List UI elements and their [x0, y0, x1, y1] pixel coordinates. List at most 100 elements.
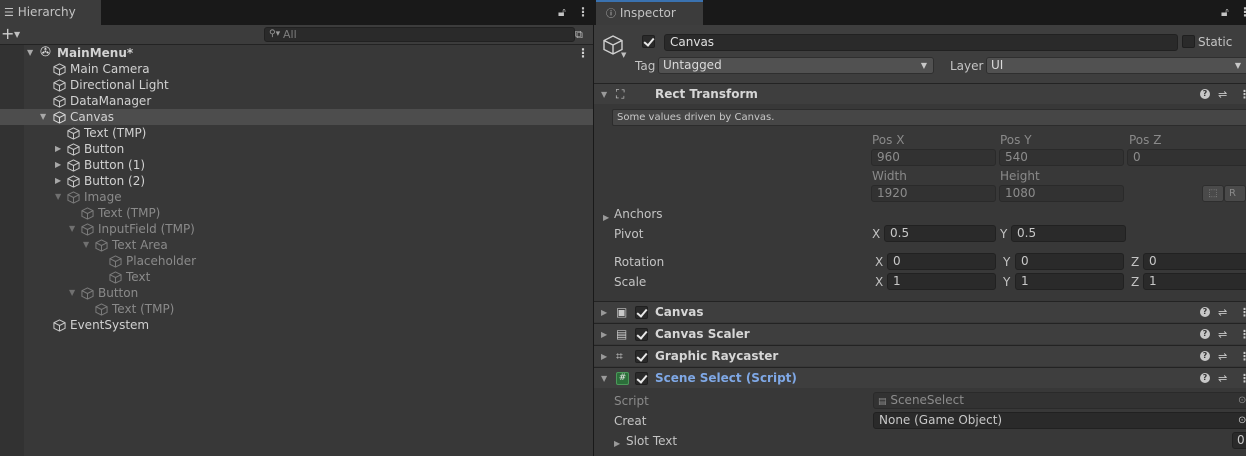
pos-y-field[interactable]: 540 [999, 149, 1124, 166]
presets-icon[interactable]: ⇌ [1218, 324, 1227, 345]
scene-row[interactable]: ▼ ✇ MainMenu* ⋮ [24, 45, 593, 61]
search-options-icon[interactable]: ⧉ [575, 27, 583, 42]
presets-icon[interactable]: ⇌ [1218, 302, 1227, 323]
lock-icon[interactable]: 🔓︎ [1221, 0, 1229, 25]
canvas-component-header[interactable]: ▶ ▣ Canvas ? ⇌ ⋮ [594, 301, 1246, 322]
help-icon[interactable]: ? [1200, 351, 1210, 361]
hierarchy-item-text-tmp[interactable]: Text (TMP) [24, 125, 593, 141]
component-menu-icon[interactable]: ⋮ [1239, 302, 1246, 323]
expand-arrow-icon[interactable]: ▶ [601, 324, 607, 345]
layer-dropdown[interactable]: UI ▼ [986, 57, 1246, 74]
collapse-arrow-icon[interactable]: ▼ [27, 45, 33, 61]
tab-inspector[interactable]: ⓘ Inspector [596, 0, 703, 25]
collapse-arrow-icon[interactable]: ▼ [601, 368, 607, 389]
scene-menu-icon[interactable]: ⋮ [577, 45, 589, 61]
width-field[interactable]: 1920 [871, 185, 996, 202]
collapse-arrow-icon[interactable]: ▼ [83, 237, 89, 253]
object-picker-icon[interactable]: ⊙ [1238, 413, 1246, 428]
script-field[interactable]: ▤ SceneSelect ⊙ [873, 392, 1246, 409]
object-name-field[interactable]: Canvas [664, 34, 1178, 51]
collapse-arrow-icon[interactable]: ▼ [40, 109, 46, 125]
add-icon[interactable]: + [1, 24, 14, 44]
collapse-arrow-icon[interactable]: ▼ [601, 84, 607, 105]
active-checkbox[interactable] [642, 35, 655, 48]
creat-field[interactable]: None (Game Object) ⊙ [873, 412, 1246, 429]
hierarchy-item-eventsystem[interactable]: EventSystem [24, 317, 593, 333]
hierarchy-item-image-button[interactable]: ▼ Button [24, 285, 593, 301]
tag-dropdown[interactable]: Untagged ▼ [658, 57, 934, 74]
tab-hierarchy[interactable]: ☰ Hierarchy [0, 0, 101, 25]
help-icon[interactable]: ? [1200, 89, 1210, 99]
expand-arrow-icon[interactable]: ▶ [603, 210, 609, 226]
help-icon[interactable]: ? [1200, 307, 1210, 317]
hierarchy-item-text[interactable]: Text [24, 269, 593, 285]
hierarchy-item-main-camera[interactable]: Main Camera [24, 61, 593, 77]
pos-z-field[interactable]: 0 [1127, 149, 1246, 166]
collapse-arrow-icon[interactable]: ▼ [69, 285, 75, 301]
hierarchy-tab-bar: ☰ Hierarchy 🔓︎ ⋮ [0, 0, 593, 25]
pivot-y-field[interactable]: 0.5 [1011, 225, 1126, 242]
help-icon[interactable]: ? [1200, 373, 1210, 383]
hierarchy-item-canvas[interactable]: ▼ Canvas [0, 109, 593, 125]
rect-transform-header[interactable]: ▼ ⛶ Rect Transform ? ⇌ ⋮ [594, 83, 1246, 104]
info-icon: ⓘ [606, 9, 616, 20]
raw-edit-button[interactable]: R [1224, 185, 1246, 202]
scale-y-field[interactable]: 1 [1015, 273, 1124, 290]
expand-arrow-icon[interactable]: ▶ [601, 302, 607, 323]
blueprint-mode-icon[interactable]: ⬚ [1202, 185, 1224, 202]
hierarchy-search-input[interactable]: ⚲▾ All [264, 27, 575, 42]
more-menu-icon[interactable]: ⋮ [1239, 0, 1246, 25]
scene-select-header[interactable]: ▼ # Scene Select (Script) ? ⇌ ⋮ [594, 367, 1246, 388]
hierarchy-item-button[interactable]: ▶ Button [24, 141, 593, 157]
scale-x-field[interactable]: 1 [887, 273, 996, 290]
hierarchy-item-image[interactable]: ▼ Image [24, 189, 593, 205]
presets-icon[interactable]: ⇌ [1218, 84, 1227, 105]
pos-x-field[interactable]: 960 [871, 149, 996, 166]
hierarchy-item-datamanager[interactable]: DataManager [24, 93, 593, 109]
hierarchy-item-button-1[interactable]: ▶ Button (1) [24, 157, 593, 173]
component-menu-icon[interactable]: ⋮ [1239, 324, 1246, 345]
width-label: Width [872, 169, 907, 183]
add-dropdown-icon[interactable]: ▼ [14, 25, 20, 44]
expand-arrow-icon[interactable]: ▶ [55, 157, 61, 173]
expand-arrow-icon[interactable]: ▶ [55, 173, 61, 189]
height-field[interactable]: 1080 [999, 185, 1124, 202]
expand-arrow-icon[interactable]: ▶ [614, 436, 620, 452]
rotation-y-field[interactable]: 0 [1015, 253, 1124, 270]
presets-icon[interactable]: ⇌ [1218, 346, 1227, 367]
hierarchy-item-inputfield-tmp[interactable]: ▼ InputField (TMP) [24, 221, 593, 237]
collapse-arrow-icon[interactable]: ▼ [55, 189, 61, 205]
graphic-raycaster-enabled-checkbox[interactable] [635, 350, 648, 363]
hierarchy-item-button-2[interactable]: ▶ Button (2) [24, 173, 593, 189]
rotation-x-field[interactable]: 0 [887, 253, 996, 270]
component-menu-icon[interactable]: ⋮ [1239, 368, 1246, 389]
hierarchy-item-button-text-tmp[interactable]: Text (TMP) [24, 301, 593, 317]
hierarchy-item-placeholder[interactable]: Placeholder [24, 253, 593, 269]
scale-z-field[interactable]: 1 [1143, 273, 1246, 290]
expand-arrow-icon[interactable]: ▶ [55, 141, 61, 157]
more-menu-icon[interactable]: ⋮ [577, 0, 589, 25]
component-menu-icon[interactable]: ⋮ [1239, 346, 1246, 367]
static-checkbox[interactable] [1182, 35, 1195, 48]
hierarchy-item-text-area[interactable]: ▼ Text Area [24, 237, 593, 253]
object-picker-icon[interactable]: ⊙ [1238, 393, 1246, 408]
rotation-z-field[interactable]: 0 [1143, 253, 1246, 270]
expand-arrow-icon[interactable]: ▶ [601, 346, 607, 367]
layer-label: Layer [950, 59, 984, 73]
slot-text-size-field[interactable]: 0 [1232, 432, 1246, 449]
hierarchy-item-directional-light[interactable]: Directional Light [24, 77, 593, 93]
icon-dropdown-icon[interactable]: ▼ [621, 51, 626, 59]
component-menu-icon[interactable]: ⋮ [1239, 84, 1246, 105]
graphic-raycaster-header[interactable]: ▶ ⌗ Graphic Raycaster ? ⇌ ⋮ [594, 345, 1246, 366]
canvas-enabled-checkbox[interactable] [635, 306, 648, 319]
hierarchy-item-image-text-tmp[interactable]: Text (TMP) [24, 205, 593, 221]
scene-select-enabled-checkbox[interactable] [635, 372, 648, 385]
gameobject-cube-icon [67, 175, 80, 188]
lock-icon[interactable]: 🔓︎ [558, 0, 566, 25]
pivot-x-field[interactable]: 0.5 [884, 225, 996, 242]
canvas-scaler-header[interactable]: ▶ ▤ Canvas Scaler ? ⇌ ⋮ [594, 323, 1246, 344]
presets-icon[interactable]: ⇌ [1218, 368, 1227, 389]
help-icon[interactable]: ? [1200, 329, 1210, 339]
collapse-arrow-icon[interactable]: ▼ [69, 221, 75, 237]
canvas-scaler-enabled-checkbox[interactable] [635, 328, 648, 341]
